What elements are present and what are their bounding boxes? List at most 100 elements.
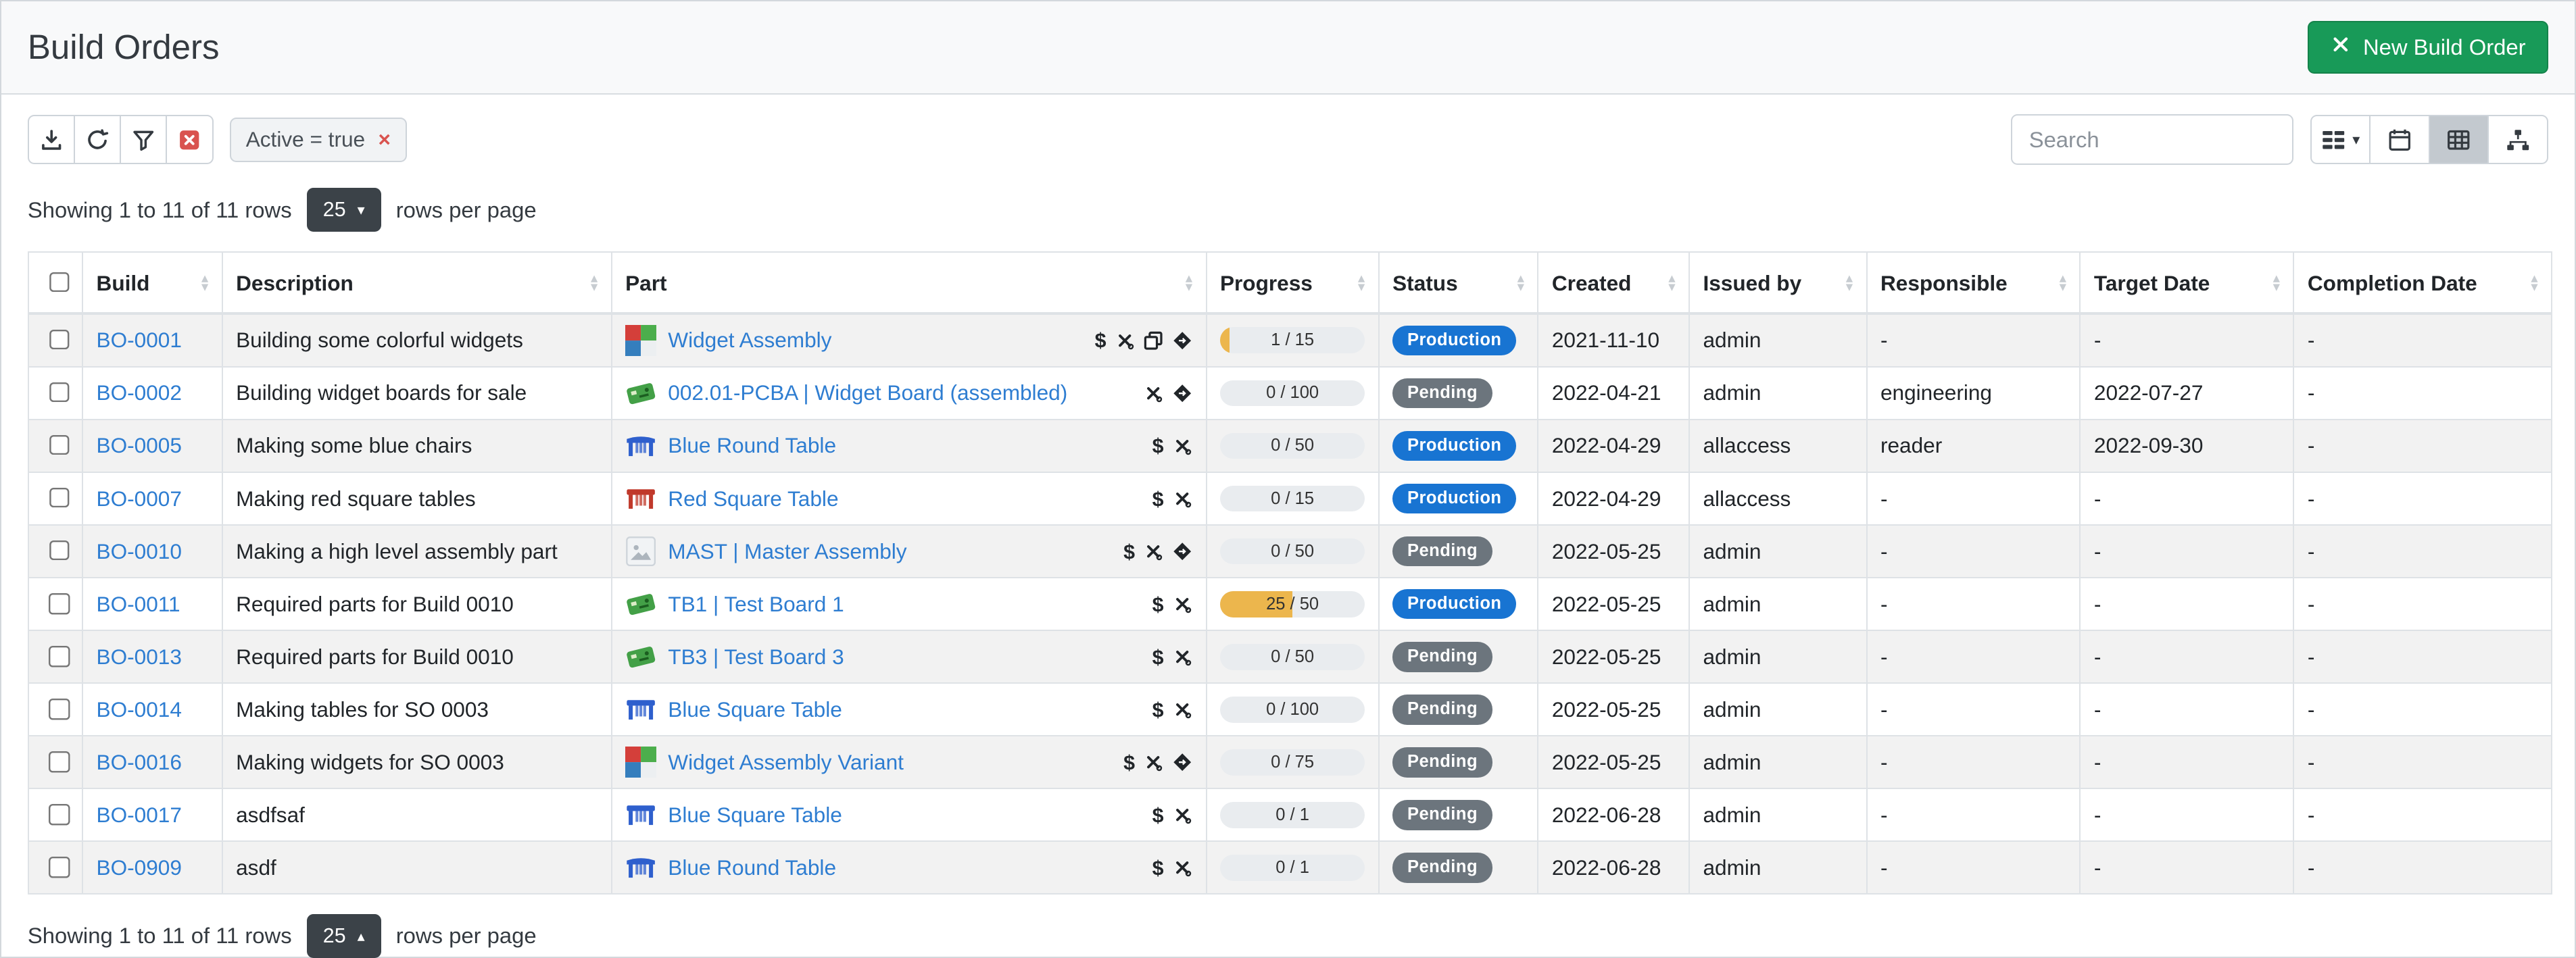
row-checkbox[interactable] (49, 857, 70, 878)
column-header-status[interactable]: Status▴▾ (1379, 252, 1538, 313)
part-link[interactable]: TB3 | Test Board 3 (668, 645, 844, 670)
row-checkbox[interactable] (49, 699, 70, 720)
calendar-view-button[interactable] (2369, 115, 2430, 164)
column-header-part[interactable]: Part▴▾ (612, 252, 1207, 313)
column-header-responsible[interactable]: Responsible▴▾ (1867, 252, 2081, 313)
created-cell: 2022-04-29 (1538, 472, 1689, 525)
responsible-cell: - (1867, 736, 2081, 788)
part-link[interactable]: Blue Round Table (668, 433, 836, 458)
progress-bar: 1 / 15 (1220, 327, 1365, 353)
build-order-link[interactable]: BO-0909 (97, 855, 182, 880)
build-order-link[interactable]: BO-0013 (97, 645, 182, 669)
table-icon (2446, 128, 2471, 152)
build-order-link[interactable]: BO-0002 (97, 380, 182, 405)
sort-icon[interactable]: ▴▾ (2049, 274, 2066, 292)
search-input[interactable] (2011, 114, 2293, 165)
column-label: Progress (1220, 271, 1313, 296)
part-link[interactable]: Blue Square Table (668, 697, 842, 722)
build-order-link[interactable]: BO-0016 (97, 750, 182, 774)
part-link[interactable]: Widget Assembly (668, 328, 831, 353)
sort-icon[interactable]: ▴▾ (191, 274, 208, 292)
row-checkbox[interactable] (49, 646, 70, 667)
part-link[interactable]: Blue Round Table (668, 855, 836, 880)
page-size-dropdown[interactable]: 25 ▴ (307, 914, 381, 957)
page-size-dropdown[interactable]: 25 ▾ (307, 188, 381, 231)
part-link[interactable]: Widget Assembly Variant (668, 750, 904, 775)
row-checkbox[interactable] (49, 804, 70, 826)
part-flag-icons (1143, 383, 1192, 403)
build-order-link[interactable]: BO-0005 (97, 433, 182, 457)
display-mode-button[interactable]: ▾ (2310, 115, 2371, 164)
build-orders-table: Build▴▾Description▴▾Part▴▾Progress▴▾Stat… (28, 251, 2552, 895)
part-link[interactable]: Red Square Table (668, 486, 838, 511)
status-badge: Pending (1392, 747, 1492, 778)
part-link[interactable]: TB1 | Test Board 1 (668, 592, 844, 617)
status-badge: Production (1392, 431, 1516, 461)
column-header-completion-date[interactable]: Completion Date▴▾ (2293, 252, 2552, 313)
sort-icon[interactable]: ▴▾ (2521, 274, 2538, 292)
column-label: Description (236, 271, 354, 296)
progress-label: 0 / 100 (1220, 697, 1365, 723)
progress-bar: 0 / 50 (1220, 433, 1365, 459)
page-size-value: 25 (323, 198, 346, 222)
part-link[interactable]: MAST | Master Assembly (668, 539, 906, 564)
sort-icon[interactable]: ▴▾ (1659, 274, 1676, 292)
view-mode-buttons: ▾ (2310, 115, 2548, 164)
progress-bar: 25 / 50 (1220, 591, 1365, 617)
part-link[interactable]: Blue Square Table (668, 803, 842, 828)
row-checkbox[interactable] (49, 751, 70, 773)
tools-icon (1143, 383, 1163, 403)
sort-icon[interactable]: ▴▾ (2263, 274, 2280, 292)
build-order-link[interactable]: BO-0017 (97, 803, 182, 827)
column-header-build[interactable]: Build▴▾ (82, 252, 222, 313)
issued-by-cell: admin (1689, 683, 1866, 736)
row-checkbox[interactable] (49, 488, 70, 509)
build-order-link[interactable]: BO-0010 (97, 539, 182, 563)
download-button[interactable] (28, 115, 75, 164)
build-order-link[interactable]: BO-0014 (97, 697, 182, 722)
table-view-button[interactable] (2429, 115, 2489, 164)
sort-icon[interactable]: ▴▾ (1175, 274, 1192, 292)
new-build-order-button[interactable]: New Build Order (2308, 21, 2548, 74)
row-checkbox[interactable] (49, 330, 70, 351)
blue-square-table-thumb (625, 799, 656, 830)
column-header-target-date[interactable]: Target Date▴▾ (2080, 252, 2293, 313)
salable-icon: $ (1152, 486, 1164, 511)
row-checkbox[interactable] (49, 435, 70, 457)
progress-label: 1 / 15 (1220, 327, 1365, 353)
refresh-button[interactable] (74, 115, 121, 164)
list-icon (2321, 128, 2346, 152)
sort-icon[interactable]: ▴▾ (1348, 274, 1365, 292)
row-checkbox[interactable] (49, 382, 70, 404)
part-link[interactable]: 002.01-PCBA | Widget Board (assembled) (668, 380, 1067, 405)
status-badge: Pending (1392, 642, 1492, 672)
progress-label: 0 / 100 (1220, 380, 1365, 407)
remove-filter-icon[interactable]: × (379, 129, 391, 151)
row-checkbox[interactable] (49, 540, 70, 562)
tools-icon (1172, 436, 1192, 456)
target-date-cell: - (2080, 841, 2293, 894)
clear-filters-button[interactable] (166, 115, 213, 164)
sort-icon[interactable]: ▴▾ (581, 274, 598, 292)
progress-label: 0 / 1 (1220, 802, 1365, 828)
pagination-summary: Showing 1 to 11 of 11 rows (28, 197, 292, 223)
sort-icon[interactable]: ▴▾ (1836, 274, 1853, 292)
build-order-link[interactable]: BO-0011 (97, 592, 180, 616)
build-order-link[interactable]: BO-0007 (97, 486, 182, 511)
target-date-cell: - (2080, 788, 2293, 841)
column-header-description[interactable]: Description ▴▾ (222, 252, 612, 313)
build-order-link[interactable]: BO-0001 (97, 328, 182, 352)
column-header-progress[interactable]: Progress ▴▾ (1207, 252, 1379, 313)
row-checkbox[interactable] (49, 593, 70, 615)
sort-icon[interactable]: ▴▾ (1507, 274, 1524, 292)
tree-view-button[interactable] (2487, 115, 2548, 164)
table-header-row: Build▴▾Description▴▾Part▴▾Progress▴▾Stat… (28, 252, 2552, 313)
filter-button[interactable] (120, 115, 167, 164)
completion-date-cell: - (2293, 630, 2552, 683)
column-header-created[interactable]: Created▴▾ (1538, 252, 1689, 313)
refresh-icon (85, 128, 110, 152)
widget-assembly-thumb (625, 747, 656, 778)
description-cell: Making red square tables (222, 472, 612, 525)
column-header-issued-by[interactable]: Issued by▴▾ (1689, 252, 1866, 313)
select-all-checkbox[interactable] (49, 272, 70, 294)
